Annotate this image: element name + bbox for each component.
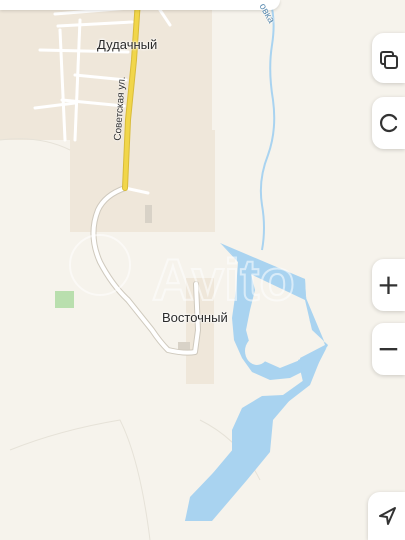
place-label-vostochny: Восточный (162, 310, 228, 325)
zoom-in-button[interactable]: + (372, 259, 405, 311)
locate-button[interactable] (372, 97, 405, 149)
search-bar-edge[interactable] (0, 0, 280, 10)
locate-icon (379, 113, 397, 133)
zoom-in-label: + (376, 268, 401, 301)
watermark-text: Avito (152, 248, 295, 313)
navigate-arrow-icon (378, 507, 396, 525)
navigate-button[interactable] (368, 492, 405, 540)
zoom-out-button[interactable]: − (372, 323, 405, 375)
map-canvas[interactable]: Avito (0, 0, 405, 540)
layers-button[interactable] (372, 33, 405, 83)
place-label-dudachny: Дудачный (97, 37, 158, 52)
zoom-out-label: − (376, 332, 401, 365)
layers-icon (379, 51, 398, 69)
park-area (55, 291, 74, 308)
lake-island (245, 337, 269, 365)
